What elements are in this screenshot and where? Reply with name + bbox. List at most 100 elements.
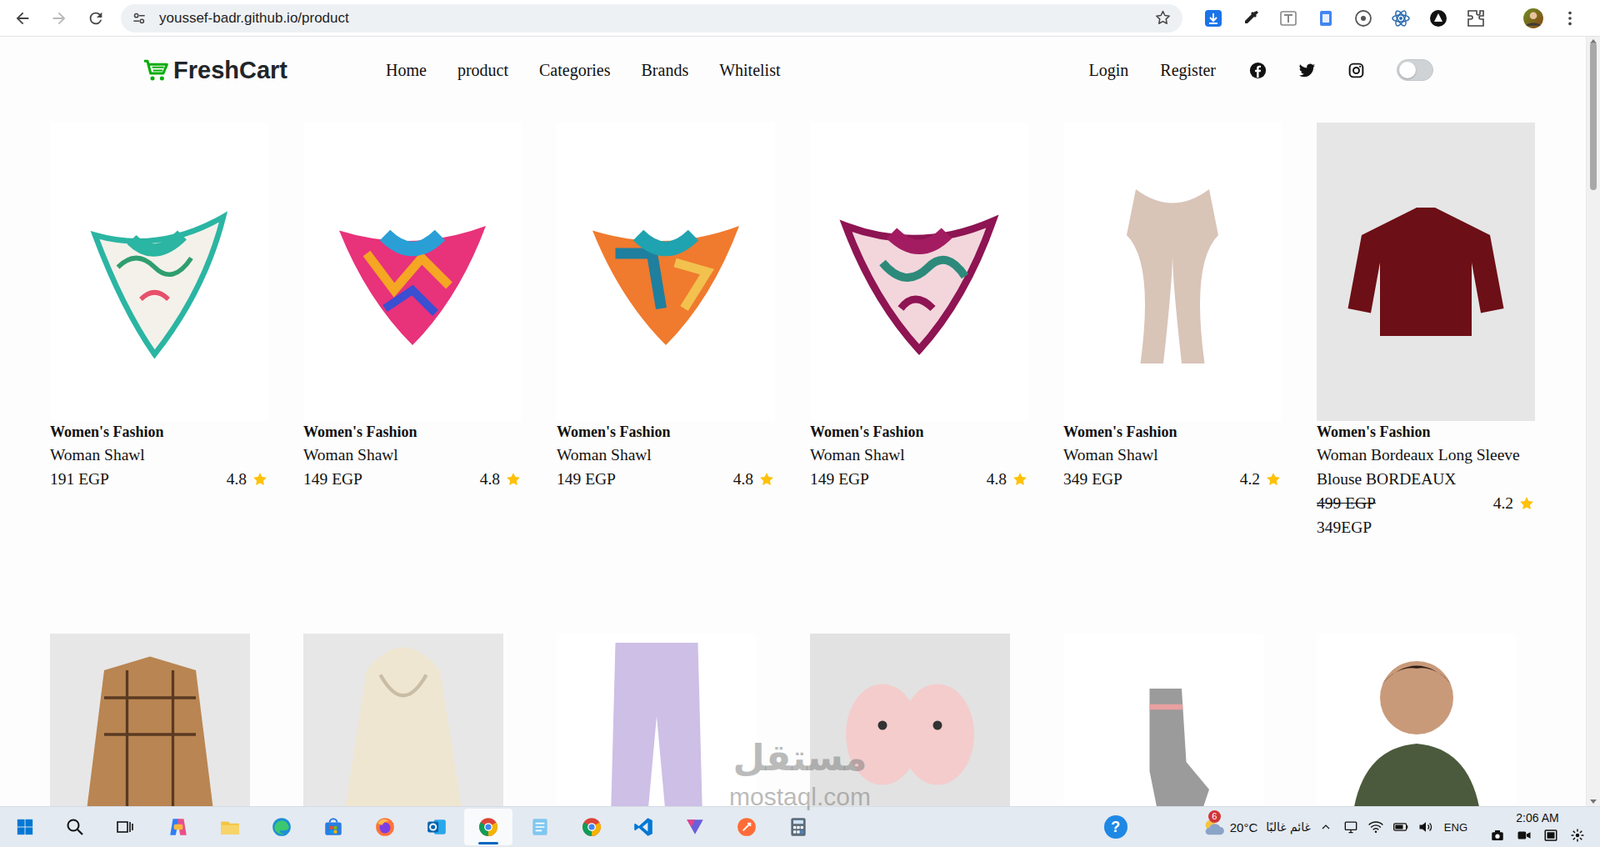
clock[interactable]: 2:06 AM xyxy=(1475,806,1600,847)
product-title[interactable]: Woman Shawl xyxy=(50,442,269,467)
nav-link[interactable]: Brands xyxy=(641,57,690,84)
weather-temperature[interactable]: 20°C xyxy=(1230,820,1259,835)
login-link[interactable]: Login xyxy=(1089,60,1130,80)
firefox-icon[interactable] xyxy=(374,815,396,838)
product-image[interactable] xyxy=(1063,122,1282,421)
search-icon[interactable] xyxy=(65,816,85,837)
product-image[interactable] xyxy=(1316,122,1535,421)
weather-widget[interactable]: 6 xyxy=(1201,815,1225,839)
logo-text[interactable]: FreshCart xyxy=(173,56,288,85)
settings-gear-icon[interactable] xyxy=(1570,827,1585,843)
product-title[interactable]: Woman Shawl xyxy=(303,442,522,467)
cart-logo-icon[interactable] xyxy=(142,56,170,84)
triangle-extension-icon[interactable] xyxy=(1428,8,1449,29)
explorer-icon[interactable] xyxy=(219,815,241,838)
twitter-icon[interactable] xyxy=(1298,61,1316,80)
bookmark-star-icon[interactable] xyxy=(1154,9,1172,27)
wifi-icon[interactable] xyxy=(1367,818,1385,835)
page-scrollbar[interactable] xyxy=(1585,36,1600,806)
product-card[interactable] xyxy=(50,633,269,806)
help-button[interactable]: ? xyxy=(1104,815,1128,839)
clock-time[interactable]: 2:06 AM xyxy=(1515,810,1559,825)
facebook-icon[interactable] xyxy=(1249,61,1267,80)
outlook-icon[interactable] xyxy=(425,815,448,838)
taskbar-app[interactable] xyxy=(309,808,358,845)
profile-button[interactable] xyxy=(1522,7,1545,30)
site-logo[interactable]: FreshCart xyxy=(142,56,288,85)
chrome-icon[interactable] xyxy=(580,815,603,838)
taskbar-app[interactable] xyxy=(205,808,255,845)
product-image[interactable] xyxy=(556,633,757,806)
profile-avatar-icon[interactable] xyxy=(1522,7,1545,30)
taskbar-app[interactable] xyxy=(619,808,668,845)
product-card[interactable] xyxy=(810,633,1029,806)
product-image[interactable] xyxy=(556,122,775,421)
copilot-icon[interactable] xyxy=(167,815,190,838)
task-view-button[interactable] xyxy=(100,807,150,846)
product-image[interactable] xyxy=(50,122,269,421)
product-card[interactable]: Women's FashionWoman Shawl191 EGP4.8 xyxy=(50,122,269,540)
nav-link[interactable]: Home xyxy=(385,57,427,84)
extensions-puzzle-icon[interactable] xyxy=(1465,8,1486,29)
calculator-icon[interactable] xyxy=(787,815,810,838)
camera-icon[interactable] xyxy=(1490,827,1505,843)
scroll-down-icon[interactable] xyxy=(1590,799,1597,804)
taskbar-app[interactable] xyxy=(412,808,461,845)
product-card[interactable]: Women's FashionWoman Shawl149 EGP4.8 xyxy=(556,122,775,540)
weather-condition[interactable]: غائم غالبًا xyxy=(1265,820,1311,834)
bookmark-button[interactable] xyxy=(1154,9,1172,27)
register-link[interactable]: Register xyxy=(1160,60,1216,80)
language-indicator[interactable]: ENG xyxy=(1444,820,1468,834)
product-card[interactable]: Women's FashionWoman Shawl149 EGP4.8 xyxy=(810,122,1029,540)
chrome-icon[interactable] xyxy=(477,815,500,838)
automate-icon[interactable] xyxy=(684,815,706,838)
reload-icon[interactable] xyxy=(86,9,105,28)
windows-logo-icon[interactable] xyxy=(15,817,35,836)
store-icon[interactable] xyxy=(322,815,345,838)
search-button[interactable] xyxy=(50,807,100,846)
product-image[interactable] xyxy=(303,122,522,421)
instagram-link[interactable] xyxy=(1347,61,1365,80)
product-card[interactable] xyxy=(303,633,522,806)
product-image[interactable] xyxy=(50,633,250,806)
window-capture-icon[interactable] xyxy=(1543,827,1559,843)
back-arrow-icon[interactable] xyxy=(13,9,32,28)
product-card[interactable]: Women's FashionWoman Shawl349 EGP4.2 xyxy=(1063,122,1282,540)
taskbar-app[interactable] xyxy=(257,808,306,845)
react-devtools-icon[interactable] xyxy=(1390,8,1411,29)
battery-icon[interactable] xyxy=(1392,818,1410,835)
product-title[interactable]: Woman Shawl xyxy=(1063,442,1282,467)
twitter-link[interactable] xyxy=(1298,61,1316,80)
product-image[interactable] xyxy=(1063,633,1264,806)
site-settings-icon[interactable] xyxy=(130,10,148,27)
edge-icon[interactable] xyxy=(270,815,293,838)
circle-extension-icon[interactable] xyxy=(1353,8,1374,29)
nav-link[interactable]: product xyxy=(457,57,509,84)
scrollbar-thumb[interactable] xyxy=(1590,42,1597,190)
taskbar-app[interactable] xyxy=(567,808,616,845)
postman-icon[interactable] xyxy=(735,815,758,838)
reload-button[interactable] xyxy=(80,3,111,34)
start-button[interactable] xyxy=(0,807,50,846)
notepad-icon[interactable] xyxy=(529,815,551,838)
vscode-icon[interactable] xyxy=(632,815,655,838)
product-card[interactable]: Women's FashionWoman Shawl149 EGP4.8 xyxy=(303,122,522,540)
address-bar[interactable]: youssef-badr.github.io/product xyxy=(120,4,1183,33)
video-icon[interactable] xyxy=(1516,827,1532,843)
taskbar-app[interactable] xyxy=(722,808,771,845)
clipboard-extension-icon[interactable] xyxy=(1315,8,1336,29)
product-title[interactable]: Woman Bordeaux Long Sleeve Blouse BORDEA… xyxy=(1316,442,1535,491)
monitor-icon[interactable] xyxy=(1342,818,1360,835)
product-title[interactable]: Woman Shawl xyxy=(556,442,775,467)
taskbar-app[interactable] xyxy=(464,808,513,845)
nav-link[interactable]: Whitelist xyxy=(719,57,780,84)
volume-icon[interactable] xyxy=(1417,818,1435,835)
nav-link[interactable]: Categories xyxy=(539,57,611,84)
dark-mode-toggle[interactable] xyxy=(1396,59,1434,81)
show-hidden-icons[interactable] xyxy=(1319,820,1333,834)
product-title[interactable]: Woman Shawl xyxy=(810,442,1029,467)
instagram-icon[interactable] xyxy=(1347,61,1365,80)
product-image[interactable] xyxy=(810,633,1010,806)
product-card[interactable] xyxy=(1316,633,1535,806)
product-card[interactable]: Women's FashionWoman Bordeaux Long Sleev… xyxy=(1316,122,1535,540)
